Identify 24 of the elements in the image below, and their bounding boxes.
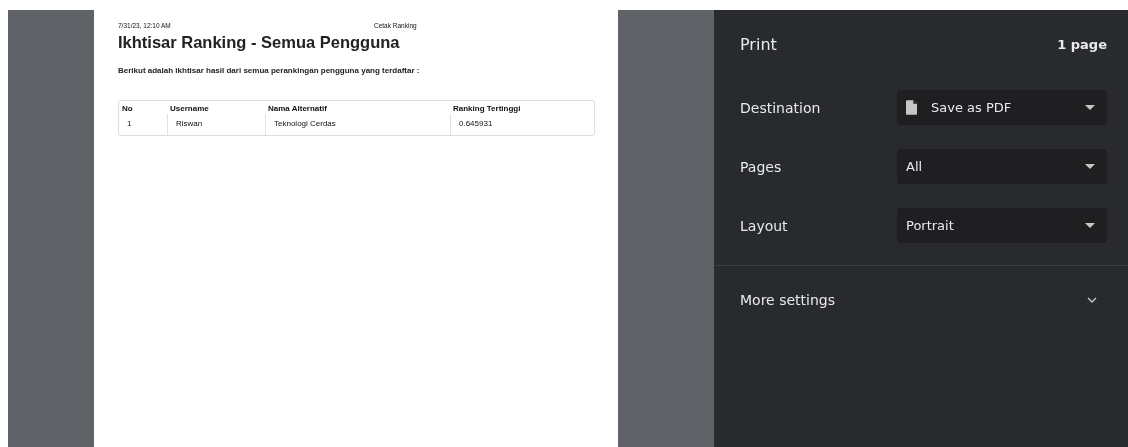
document-icon	[906, 100, 917, 115]
setting-label: Layout	[740, 217, 789, 234]
document-title: Ikhtisar Ranking - Semua Pengguna	[118, 33, 401, 52]
column-header: Ranking Tertinggi	[452, 103, 522, 114]
table-cell: Riswan	[167, 114, 265, 135]
page-count: 1 page	[1057, 36, 1107, 52]
setting-label: Pages	[740, 158, 783, 175]
chevron-icon	[1087, 297, 1097, 303]
table-cell: Teknologi Cerdas	[265, 114, 450, 135]
caret-icon	[1085, 164, 1095, 169]
caret-icon	[1085, 105, 1095, 110]
dropdown[interactable]: All	[897, 149, 1107, 184]
setting-label: Destination	[740, 99, 822, 116]
more-settings-toggle[interactable]: More settings	[740, 266, 1107, 326]
column-header: Nama Alternatif	[267, 103, 328, 114]
panel-title: Print	[740, 34, 777, 54]
table-cell: 0.645931	[450, 114, 594, 135]
caret-icon	[1085, 223, 1095, 228]
table-cell-text: 1	[126, 118, 133, 130]
intro-text: Berikut adalah ikhtisar hasil dari semua perankingan pengguna yang terdaftar :	[118, 66, 421, 75]
column-header: Username	[169, 103, 210, 114]
dropdown[interactable]: Portrait	[897, 208, 1107, 243]
column-header: No	[121, 103, 134, 114]
dropdown[interactable]: Save as PDF	[897, 90, 1107, 125]
